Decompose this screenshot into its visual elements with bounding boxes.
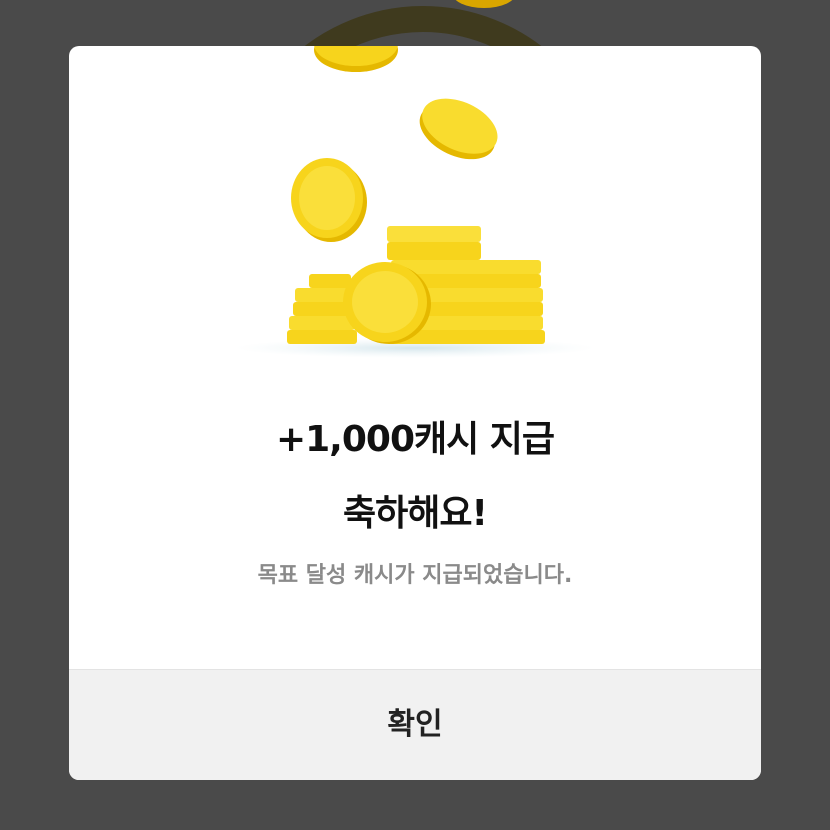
reward-message: 목표 달성 캐시가 지급되었습니다. [257, 563, 573, 588]
reward-dialog: +1,000캐시 지급 축하해요! 목표 달성 캐시가 지급되었습니다. 확인 [69, 46, 761, 780]
reward-title: +1,000캐시 지급 [275, 419, 555, 460]
background-coin-decoration [452, 0, 516, 8]
coins-illustration [69, 46, 761, 406]
congratulations-title: 축하해요! [343, 493, 488, 534]
coins-icon [235, 46, 595, 358]
dialog-footer: 확인 [69, 669, 761, 780]
confirm-button[interactable]: 확인 [69, 670, 761, 780]
